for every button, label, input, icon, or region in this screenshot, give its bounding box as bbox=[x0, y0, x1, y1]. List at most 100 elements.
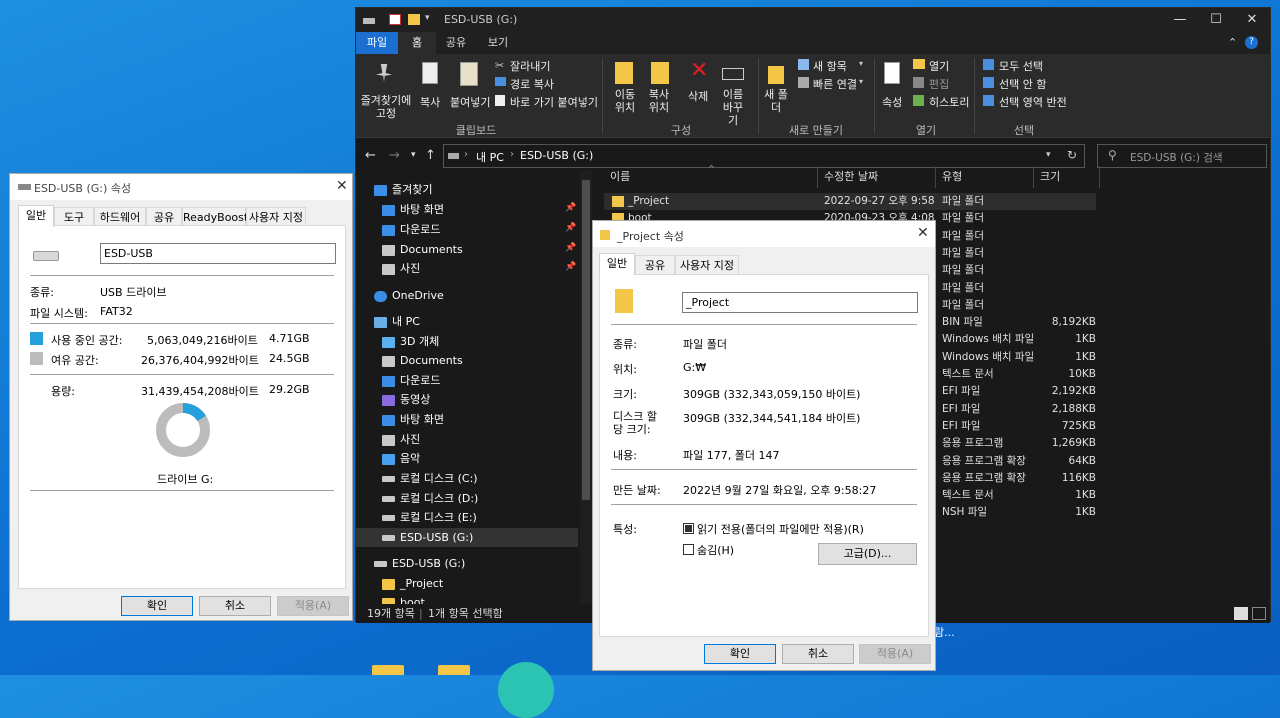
tab-hardware[interactable]: 하드웨어 bbox=[94, 207, 146, 227]
details-view-button[interactable] bbox=[1234, 607, 1248, 620]
column-type[interactable]: 유형 bbox=[936, 166, 1034, 188]
new-item-button[interactable]: 새 항목 bbox=[813, 58, 847, 74]
cancel-button[interactable]: 취소 bbox=[782, 644, 854, 664]
close-button[interactable]: ✕ bbox=[336, 178, 348, 194]
easy-access-dropdown-icon[interactable]: ▾ bbox=[859, 77, 863, 86]
invert-selection-button[interactable]: 선택 영역 반전 bbox=[999, 94, 1067, 110]
nav-local-disk-d[interactable]: 로컬 디스크 (D:) bbox=[382, 489, 478, 508]
breadcrumb-drive[interactable]: ESD-USB (G:) bbox=[520, 149, 593, 162]
up-button[interactable]: ↑ bbox=[425, 148, 436, 163]
delete-button[interactable]: 삭제 bbox=[688, 88, 708, 104]
properties-quick-icon[interactable] bbox=[389, 14, 401, 25]
search-input[interactable]: ⚲ ESD-USB (G:) 검색 bbox=[1097, 144, 1267, 168]
capacity-label: 용량: bbox=[51, 385, 75, 398]
nav-esd-usb-selected[interactable]: ESD-USB (G:) bbox=[356, 528, 578, 547]
used-space-swatch bbox=[30, 332, 43, 345]
help-icon[interactable]: ? bbox=[1245, 36, 1258, 49]
hidden-label[interactable]: 숨김(H) bbox=[697, 542, 734, 558]
nav-onedrive[interactable]: OneDrive bbox=[374, 286, 444, 305]
nav-documents-pinned[interactable]: Documents 📌 bbox=[382, 240, 576, 259]
ribbon-expand-icon[interactable]: ⌃ bbox=[1228, 36, 1237, 49]
tab-customize[interactable]: 사용자 지정 bbox=[246, 207, 306, 227]
hidden-checkbox[interactable] bbox=[683, 544, 694, 555]
properties-button[interactable]: 속성 bbox=[882, 94, 902, 110]
copy-to-button[interactable]: 복사 위치 bbox=[646, 88, 672, 114]
tab-home[interactable]: 홈 bbox=[398, 32, 436, 54]
back-button[interactable]: ← bbox=[365, 148, 376, 163]
tab-share[interactable]: 공유 bbox=[436, 32, 476, 54]
folder-name-input[interactable]: _Project bbox=[682, 292, 918, 313]
ok-button[interactable]: 확인 bbox=[121, 596, 193, 616]
nav-folder-project[interactable]: _Project bbox=[382, 574, 443, 593]
column-size[interactable]: 크기 bbox=[1034, 166, 1100, 188]
large-icons-view-button[interactable] bbox=[1252, 607, 1266, 620]
readonly-label[interactable]: 읽기 전용(폴더의 파일에만 적용)(R) bbox=[697, 521, 864, 537]
advanced-button[interactable]: 고급(D)... bbox=[818, 543, 917, 565]
select-none-button[interactable]: 선택 안 함 bbox=[999, 76, 1046, 92]
rename-button[interactable]: 이름 바꾸기 bbox=[718, 88, 748, 127]
tab-tools[interactable]: 도구 bbox=[54, 207, 94, 227]
nav-documents[interactable]: Documents bbox=[382, 351, 463, 370]
address-dropdown-icon[interactable]: ▾ bbox=[1046, 150, 1051, 160]
desktop-folder-icon[interactable] bbox=[372, 665, 404, 675]
ok-button[interactable]: 확인 bbox=[704, 644, 776, 664]
close-button[interactable]: ✕ bbox=[1234, 8, 1270, 32]
nav-this-pc[interactable]: 내 PC bbox=[374, 312, 420, 331]
nav-quick-access[interactable]: 즐겨찾기 bbox=[374, 180, 432, 199]
nav-downloads[interactable]: 다운로드 bbox=[382, 371, 440, 390]
maximize-button[interactable]: ☐ bbox=[1198, 8, 1234, 32]
cancel-button[interactable]: 취소 bbox=[199, 596, 271, 616]
paste-shortcut-button[interactable]: 바로 가기 붙여넣기 bbox=[510, 94, 598, 110]
nav-pictures-pinned[interactable]: 사진 📌 bbox=[382, 259, 576, 278]
apply-button[interactable]: 적용(A) bbox=[859, 644, 931, 664]
breadcrumb-this-pc[interactable]: 내 PC bbox=[476, 149, 504, 165]
tab-general[interactable]: 일반 bbox=[599, 253, 635, 275]
address-bar[interactable]: › 내 PC › ESD-USB (G:) ▾ ↻ bbox=[443, 144, 1085, 168]
nav-music[interactable]: 음악 bbox=[382, 449, 420, 468]
tab-customize[interactable]: 사용자 지정 bbox=[675, 255, 739, 275]
move-to-button[interactable]: 이동 위치 bbox=[612, 88, 638, 114]
nav-downloads-pinned[interactable]: 다운로드 📌 bbox=[382, 220, 576, 239]
column-date[interactable]: 수정한 날짜 bbox=[818, 166, 936, 188]
nav-videos[interactable]: 동영상 bbox=[382, 390, 430, 409]
nav-desktop-pinned[interactable]: 바탕 화면 📌 bbox=[382, 200, 576, 219]
easy-access-button[interactable]: 빠른 연결 bbox=[813, 76, 857, 92]
nav-scrollbar[interactable] bbox=[580, 170, 592, 605]
nav-local-disk-e[interactable]: 로컬 디스크 (E:) bbox=[382, 508, 477, 527]
copy-button[interactable]: 복사 bbox=[420, 94, 440, 110]
table-row[interactable]: _Project 2022-09-27 오후 9:58 파일 폴더 bbox=[604, 193, 1096, 210]
cut-button[interactable]: 잘라내기 bbox=[510, 58, 550, 74]
pin-quick-access-button[interactable]: 즐겨찾기에 고정 bbox=[360, 94, 412, 120]
copy-path-button[interactable]: 경로 복사 bbox=[510, 76, 554, 92]
tab-general[interactable]: 일반 bbox=[18, 205, 54, 227]
readonly-checkbox[interactable] bbox=[683, 523, 694, 534]
nav-desktop[interactable]: 바탕 화면 bbox=[382, 410, 444, 429]
tab-file[interactable]: 파일 bbox=[356, 32, 398, 54]
recent-locations-icon[interactable]: ▾ bbox=[411, 150, 416, 160]
tab-view[interactable]: 보기 bbox=[478, 32, 518, 54]
scrollbar-thumb[interactable] bbox=[582, 180, 590, 500]
quick-access-dropdown-icon[interactable]: ▾ bbox=[425, 13, 430, 23]
close-button[interactable]: ✕ bbox=[917, 225, 929, 241]
new-folder-quick-icon[interactable] bbox=[408, 14, 420, 25]
new-folder-button[interactable]: 새 폴더 bbox=[764, 88, 788, 114]
nav-3d-objects[interactable]: 3D 개체 bbox=[382, 332, 439, 351]
tab-sharing[interactable]: 공유 bbox=[146, 207, 182, 227]
tab-sharing[interactable]: 공유 bbox=[635, 255, 675, 275]
nav-local-disk-c[interactable]: 로컬 디스크 (C:) bbox=[382, 469, 478, 488]
forward-button[interactable]: → bbox=[389, 148, 400, 163]
tab-readyboost[interactable]: ReadyBoost bbox=[182, 207, 248, 227]
nav-esd-usb[interactable]: ESD-USB (G:) bbox=[374, 554, 465, 573]
desktop-folder-icon[interactable] bbox=[438, 665, 470, 675]
minimize-button[interactable]: — bbox=[1162, 8, 1198, 32]
refresh-icon[interactable]: ↻ bbox=[1067, 148, 1077, 162]
open-button[interactable]: 열기 bbox=[929, 58, 949, 74]
apply-button[interactable]: 적용(A) bbox=[277, 596, 349, 616]
edge-icon[interactable] bbox=[498, 662, 554, 718]
paste-button[interactable]: 붙여넣기 bbox=[450, 94, 490, 110]
nav-pictures[interactable]: 사진 bbox=[382, 430, 420, 449]
history-button[interactable]: 히스토리 bbox=[929, 94, 969, 110]
select-all-button[interactable]: 모두 선택 bbox=[999, 58, 1043, 74]
new-item-dropdown-icon[interactable]: ▾ bbox=[859, 59, 863, 68]
drive-name-input[interactable]: ESD-USB bbox=[100, 243, 336, 264]
